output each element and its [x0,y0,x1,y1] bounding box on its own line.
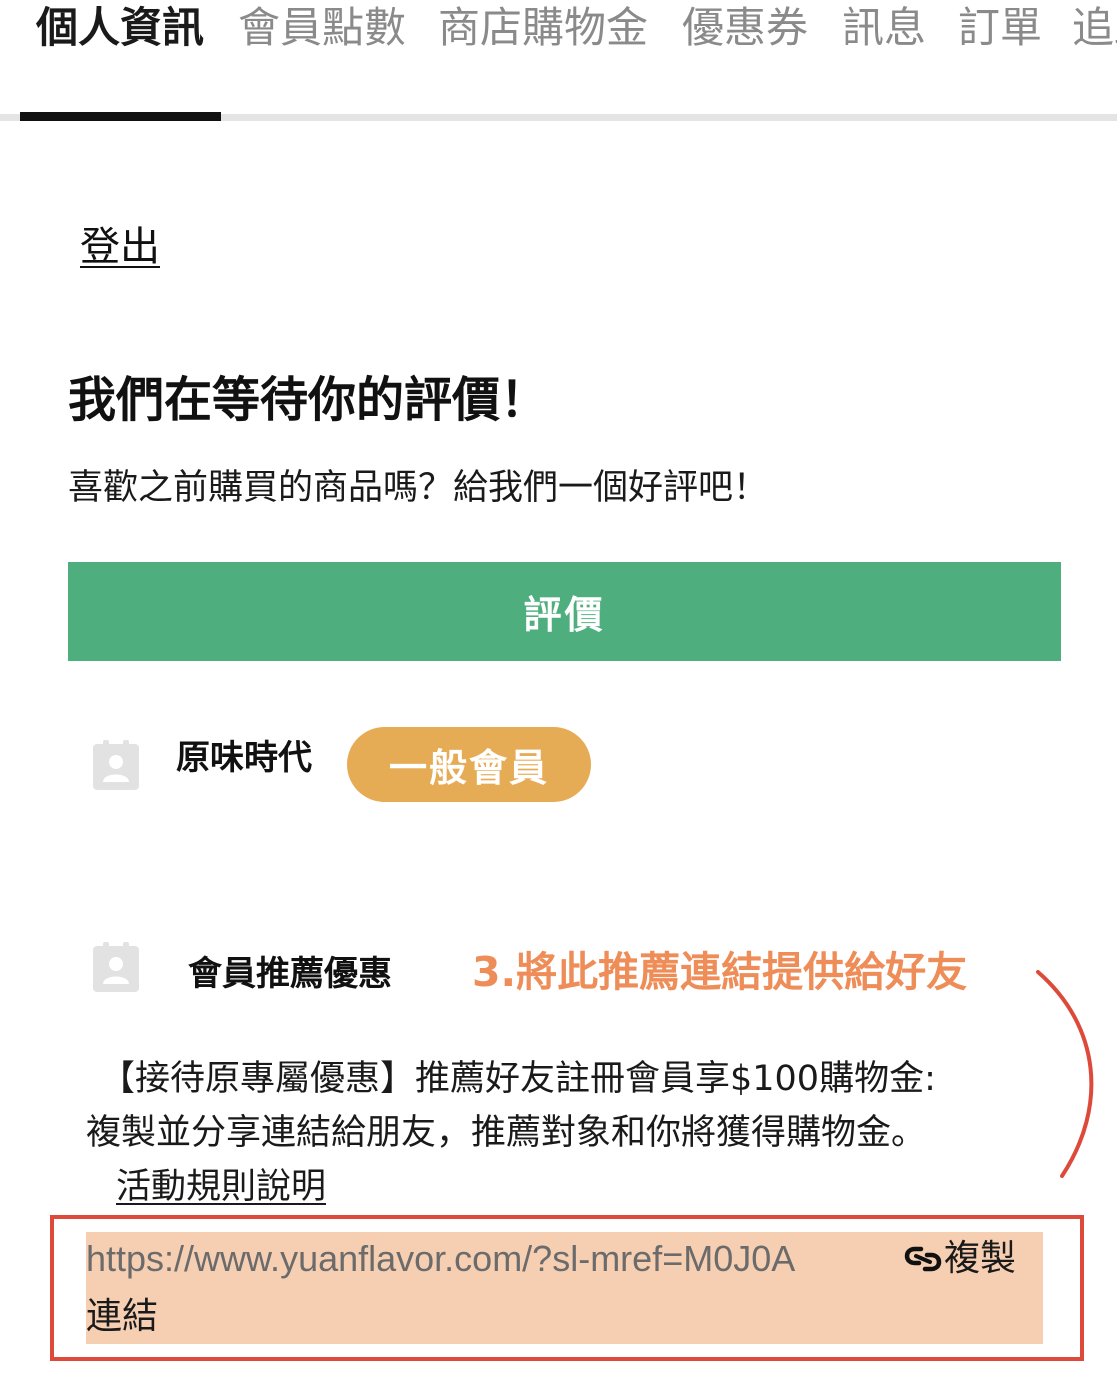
copy-link-label-continued[interactable]: 連結 [86,1294,158,1340]
referral-description-line2: 複製並分享連結給朋友，推薦對象和你將獲得購物金。 [86,1113,927,1153]
referral-url[interactable]: https://www.yuanflavor.com/?sl-mref=M0J0… [86,1236,795,1282]
tab-messages[interactable]: 訊息 [842,4,926,52]
member-name: 原味時代 [176,738,312,778]
account-tabs: 個人資訊 會員點數 商店購物金 優惠券 訊息 訂單 追蹤 [0,0,1117,124]
referral-description-line1: 【接待原專屬優惠】推薦好友註冊會員享$100購物金: [100,1059,936,1099]
review-heading: 我們在等待你的評價！ [68,372,549,428]
copy-link-button[interactable]: 複製 [904,1236,1016,1282]
annotation-step-text: 3.將此推薦連結提供給好友 [472,948,968,996]
referral-title: 會員推薦優惠 [188,954,392,994]
review-subtitle: 喜歡之前購買的商品嗎？給我們一個好評吧！ [68,468,769,508]
tab-member-points[interactable]: 會員點數 [238,4,406,52]
person-icon [93,942,139,992]
review-button[interactable]: 評價 [68,562,1061,661]
link-icon [904,1246,942,1272]
active-tab-indicator [20,112,221,121]
person-icon [93,740,139,790]
tab-store-credit[interactable]: 商店購物金 [438,4,648,52]
member-tier-badge: 一般會員 [347,727,591,802]
tab-coupons[interactable]: 優惠券 [682,4,808,52]
annotation-arc [1036,970,1094,1178]
copy-link-label: 複製 [944,1238,1017,1279]
tab-tracking[interactable]: 追蹤 [1072,4,1117,52]
logout-link[interactable]: 登出 [80,223,160,271]
tab-orders[interactable]: 訂單 [958,4,1042,52]
rules-link[interactable]: 活動規則說明 [116,1163,326,1211]
tab-profile[interactable]: 個人資訊 [36,4,204,52]
